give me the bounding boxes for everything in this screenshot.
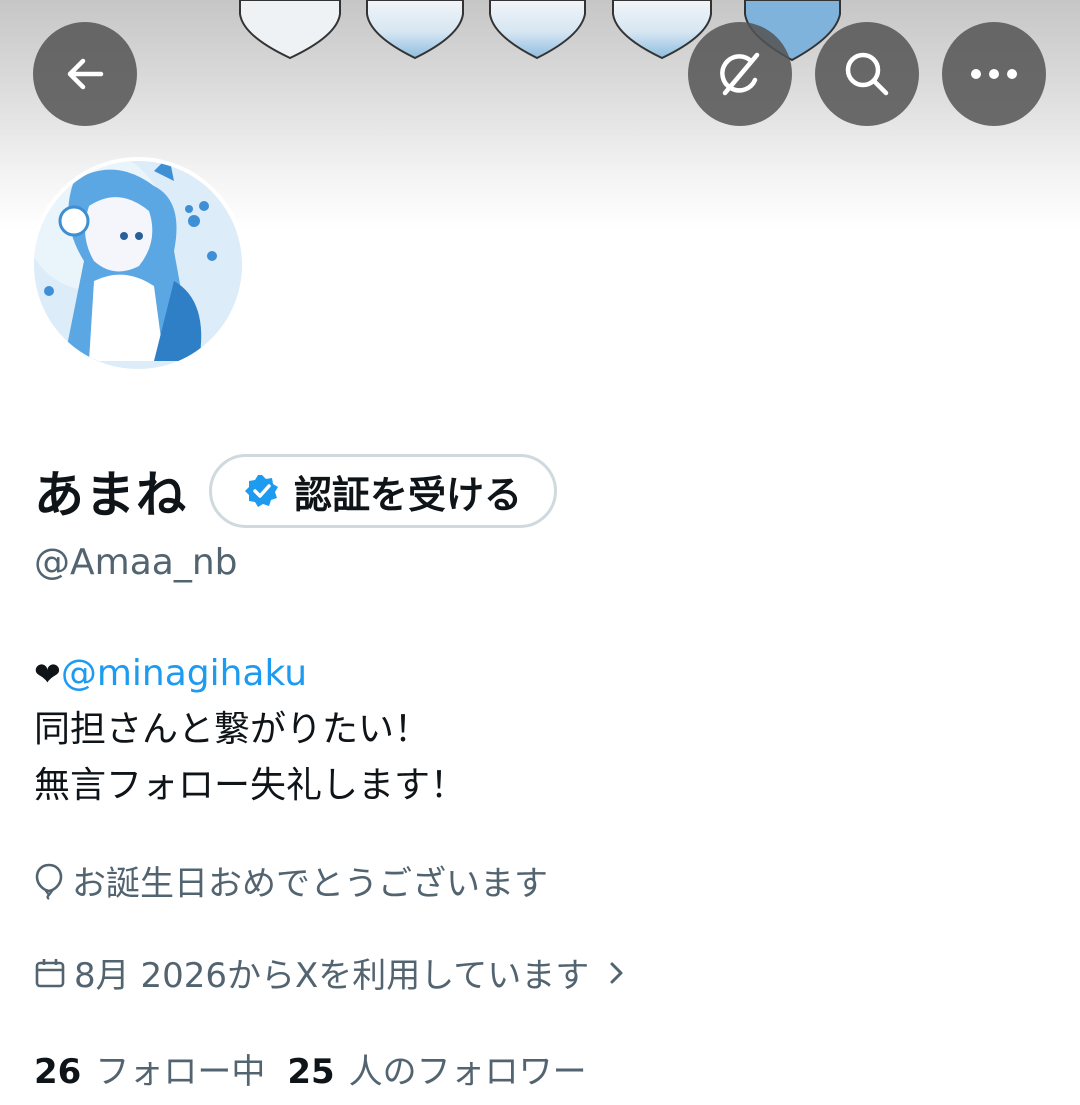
more-horizontal-icon — [971, 69, 1017, 79]
followers-link[interactable]: 25 人のフォロワー — [287, 1044, 586, 1093]
bio-line-3: 無言フォロー失礼します！ — [34, 765, 467, 806]
avatar[interactable] — [30, 157, 246, 373]
profile-name-row: あまね 認証を受ける — [34, 452, 558, 530]
back-button[interactable] — [33, 22, 137, 126]
following-label: フォロー中 — [95, 1052, 266, 1092]
bio-line-2: 同担さんと繋がりたい！ — [34, 709, 431, 750]
get-verified-label: 認証を受ける — [294, 472, 523, 517]
profile-bio: ❤@minagihaku 同担さんと繋がりたい！ 無言フォロー失礼します！ — [34, 646, 466, 814]
search-button[interactable] — [815, 22, 919, 126]
following-link[interactable]: 26 フォロー中 — [34, 1044, 265, 1093]
followers-count: 25 — [287, 1052, 335, 1092]
grok-icon — [720, 52, 760, 96]
grok-button[interactable] — [688, 22, 792, 126]
verified-badge-icon — [245, 475, 278, 507]
banner-heart — [239, 0, 341, 60]
user-handle: @Amaa_nb — [34, 542, 238, 583]
get-verified-button[interactable]: 認証を受ける — [209, 454, 558, 528]
balloon-icon — [35, 863, 63, 900]
search-icon — [845, 52, 889, 96]
calendar-icon — [35, 958, 65, 987]
more-button[interactable] — [942, 22, 1046, 126]
avatar-image — [34, 161, 242, 369]
followers-label: 人のフォロワー — [348, 1052, 587, 1092]
banner-heart — [489, 0, 586, 60]
banner-heart — [366, 0, 464, 60]
heart-emoji: ❤ — [34, 655, 61, 693]
bio-line-1: ❤@minagihaku — [34, 646, 466, 702]
joined-row[interactable]: 8月 2026からXを利用しています — [34, 948, 629, 997]
follow-stats: 26 フォロー中 25 人のフォロワー — [34, 1044, 587, 1093]
following-count: 26 — [34, 1052, 82, 1092]
display-name: あまね — [34, 466, 187, 524]
joined-text: 8月 2026からXを利用しています — [74, 956, 590, 996]
arrow-left-icon — [67, 58, 104, 90]
birthday-text: お誕生日おめでとうございます — [72, 864, 548, 904]
bio-mention-link[interactable]: @minagihaku — [61, 653, 307, 694]
chevron-right-icon — [610, 962, 623, 983]
birthday-row: お誕生日おめでとうございます — [34, 856, 548, 905]
